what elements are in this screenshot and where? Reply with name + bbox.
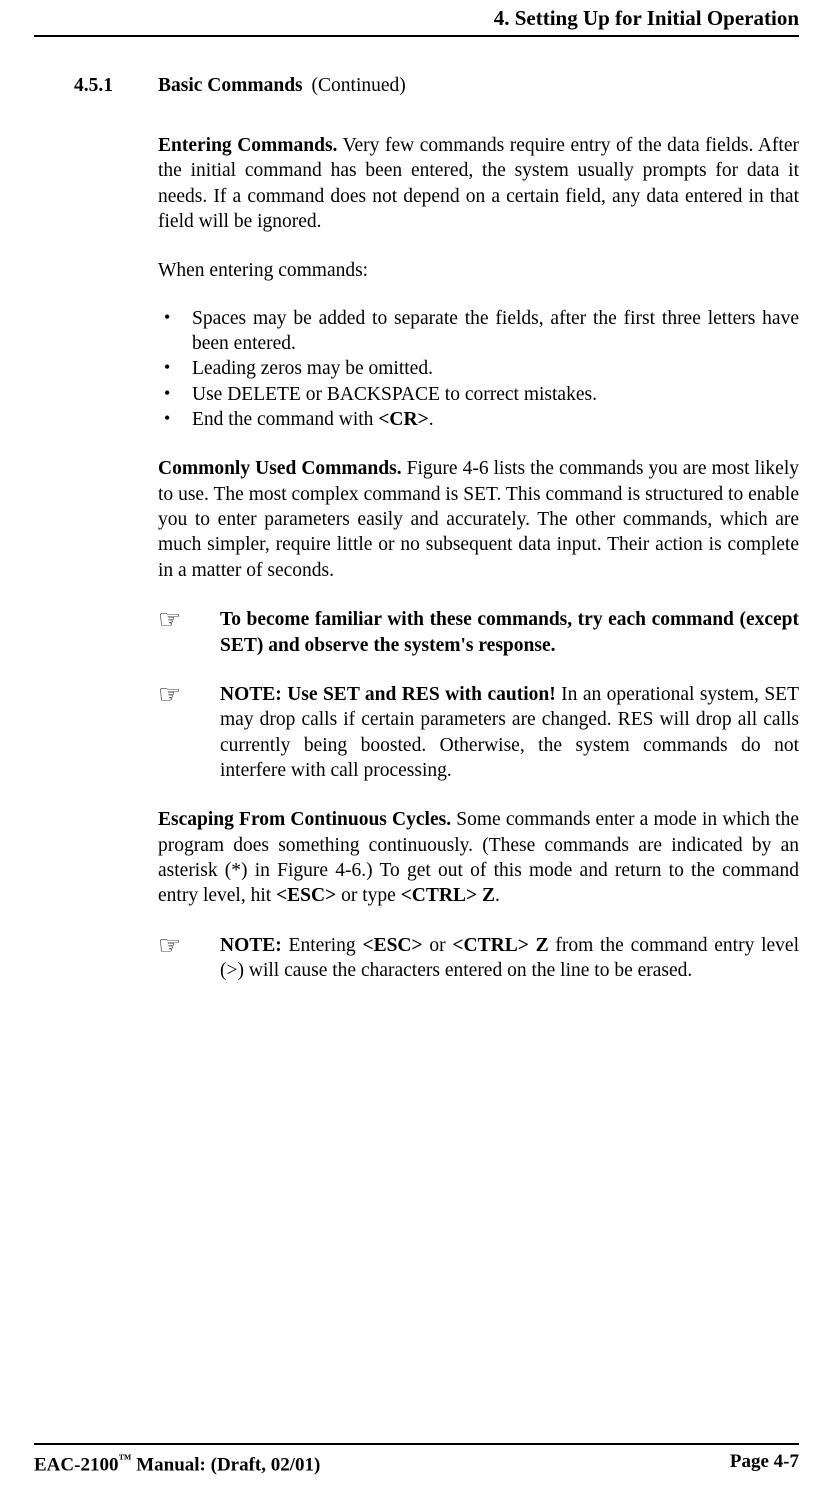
pointing-hand-icon: ☞ [158,682,220,708]
pointing-hand-icon: ☞ [158,607,220,633]
page-header: 4. Setting Up for Initial Operation [34,0,799,37]
section-number: 4.5.1 [34,75,158,97]
body: Entering Commands. Very few commands req… [158,133,799,983]
pointing-hand-icon: ☞ [158,933,220,959]
note-caution: ☞ NOTE: Use SET and RES with caution! In… [158,682,799,783]
run-in-heading: Escaping From Continuous Cycles. [158,809,451,830]
paragraph-when-entering: When entering commands: [158,258,799,283]
list-item: Leading zeros may be omitted. [192,356,799,381]
page-footer: EAC-2100™ Manual: (Draft, 02/01) Page 4-… [34,1443,799,1494]
list-item: Use DELETE or BACKSPACE to correct mista… [192,382,799,407]
paragraph-escaping: Escaping From Continuous Cycles. Some co… [158,807,799,908]
trademark-symbol: ™ [118,1451,131,1466]
chapter-title: 4. Setting Up for Initial Operation [494,6,799,30]
note-text: NOTE: Entering <ESC> or <CTRL> Z from th… [220,933,799,984]
page: 4. Setting Up for Initial Operation 4.5.… [0,0,833,1494]
footer-left: EAC-2100™ Manual: (Draft, 02/01) [34,1451,320,1476]
paragraph-entering: Entering Commands. Very few commands req… [158,133,799,234]
note-try-commands: ☞ To become familiar with these commands… [158,607,799,658]
note-esc: ☞ NOTE: Entering <ESC> or <CTRL> Z from … [158,933,799,984]
footer-right: Page 4-7 [730,1451,799,1476]
list-item: Spaces may be added to separate the fiel… [192,306,799,357]
paragraph-commonly-used: Commonly Used Commands. Figure 4-6 lists… [158,456,799,583]
page-content: 4.5.1 Basic Commands (Continued) Enterin… [34,37,799,1443]
list-item: End the command with <CR>. [192,407,799,432]
run-in-heading: Entering Commands. [158,135,337,156]
note-text: NOTE: Use SET and RES with caution! In a… [220,682,799,783]
section-heading: 4.5.1 Basic Commands (Continued) [34,75,799,97]
section-continued: (Continued) [312,75,406,96]
section-title: Basic Commands [158,75,303,96]
run-in-heading: Commonly Used Commands. [158,458,402,479]
note-text: To become familiar with these commands, … [220,607,799,658]
bullet-list: Spaces may be added to separate the fiel… [158,306,799,433]
